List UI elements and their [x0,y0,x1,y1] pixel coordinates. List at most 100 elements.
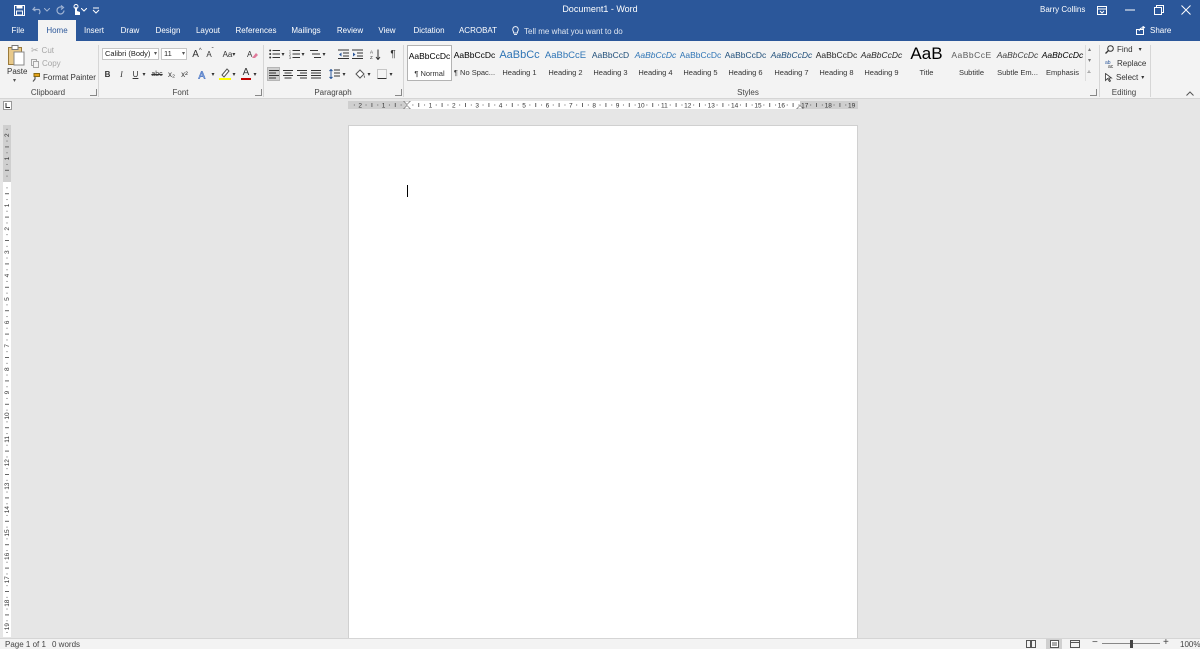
borders-icon[interactable] [375,67,388,81]
underline-button[interactable]: U [130,68,141,80]
change-case-button[interactable]: Aa ▾ [220,47,238,61]
align-left-icon[interactable] [267,67,280,81]
strikethrough-button[interactable]: abc [150,68,164,80]
highlighter-icon[interactable] [218,67,231,81]
tab-file[interactable]: File [0,20,36,41]
print-layout-icon[interactable] [1046,639,1062,649]
style-item[interactable]: AaBbCc Heading 1 [497,45,542,81]
numbering-dropdown-icon[interactable]: ▾ [300,48,306,60]
find-button[interactable]: Find ▾ [1105,45,1142,54]
font-color-button[interactable]: A [240,67,252,81]
tab-selector[interactable] [3,101,12,110]
clipboard-dialog-launcher-icon[interactable] [90,89,97,96]
ribbon-display-options-icon[interactable] [1092,2,1112,18]
styles-dialog-launcher-icon[interactable] [1090,89,1097,96]
scroll-up-icon[interactable]: ▴ [1088,46,1091,53]
restore-icon[interactable] [1149,2,1169,18]
zoom-out-icon[interactable]: − [1092,637,1098,648]
align-center-icon[interactable] [281,67,294,81]
underline-dropdown-icon[interactable]: ▾ [141,68,147,80]
italic-button[interactable]: I [116,68,127,80]
more-styles-icon[interactable]: ⩡ [1087,69,1091,77]
justify-icon[interactable] [309,67,322,81]
zoom-slider-thumb[interactable] [1130,640,1133,648]
font-name-box[interactable]: Calibri (Body) ▾ [102,48,159,60]
user-name[interactable]: Barry Collins [1040,5,1085,14]
style-item[interactable]: AaB Title [904,44,949,81]
text-effects-dropdown-icon[interactable]: ▾ [210,68,216,80]
zoom-in-icon[interactable]: + [1163,637,1169,648]
show-formatting-button[interactable]: ¶ [387,47,399,61]
style-item[interactable]: AaBbCcD Heading 3 [588,45,633,81]
word-count[interactable]: 0 words [52,640,80,649]
text-effects-icon[interactable]: A [197,67,210,81]
style-item[interactable]: AaBbCcE Heading 2 [543,45,588,81]
tab-dictation[interactable]: Dictation [407,20,451,41]
collapse-ribbon-icon[interactable] [1186,89,1194,98]
cut-button[interactable]: ✂ Cut [31,45,54,56]
page-count[interactable]: Page 1 of 1 [5,640,46,649]
copy-button[interactable]: Copy [31,59,61,68]
web-layout-icon[interactable] [1070,640,1080,649]
paragraph-dialog-launcher-icon[interactable] [395,89,402,96]
tab-insert[interactable]: Insert [78,20,110,41]
styles-gallery-scroller[interactable]: ▴ ▾ ⩡ [1085,45,1096,81]
document-page[interactable] [348,125,858,645]
tab-mailings[interactable]: Mailings [285,20,327,41]
style-item[interactable]: AaBbCcDc Heading 5 [678,45,723,81]
share-button[interactable]: Share [1136,26,1171,35]
align-right-icon[interactable] [295,67,308,81]
style-item[interactable]: AaBbCcDc ¶ Normal [407,45,452,81]
vertical-ruler[interactable]: 2112345678910111213141516171819 [3,125,11,637]
scroll-down-icon[interactable]: ▾ [1088,57,1091,64]
tell-me-box[interactable]: Tell me what you want to do [512,26,623,36]
zoom-level[interactable]: 100% [1180,640,1200,649]
format-painter-button[interactable]: Format Painter [31,73,96,82]
style-item[interactable]: AaBbCcDc Emphasis [1040,45,1085,81]
shading-icon[interactable] [353,67,366,81]
subscript-button[interactable]: x₂ [166,68,177,80]
style-item[interactable]: AaBbCcE Subtitle [949,45,994,81]
replace-button[interactable]: ab ac Replace [1105,59,1146,68]
font-dialog-launcher-icon[interactable] [255,89,262,96]
grow-font-button[interactable]: A ^ [191,47,203,61]
select-button[interactable]: Select ▾ [1105,73,1144,82]
increase-indent-icon[interactable] [351,47,363,61]
paste-label[interactable]: Paste [7,67,27,76]
tab-review[interactable]: Review [331,20,369,41]
style-item[interactable]: AaBbCcDc Heading 9 [859,45,904,81]
close-icon[interactable] [1176,2,1196,18]
style-item[interactable]: AaBbCcDc Subtle Em... [995,45,1040,81]
highlight-dropdown-icon[interactable]: ▾ [231,68,237,80]
tab-view[interactable]: View [373,20,401,41]
paste-icon[interactable] [6,44,26,66]
decrease-indent-icon[interactable] [337,47,349,61]
font-size-box[interactable]: 11 ▾ [161,48,187,60]
tab-acrobat[interactable]: ACROBAT [455,20,501,41]
tab-design[interactable]: Design [150,20,186,41]
paste-dropdown-icon[interactable]: ▾ [13,77,16,84]
tab-layout[interactable]: Layout [190,20,226,41]
read-mode-icon[interactable] [1026,640,1036,649]
tab-draw[interactable]: Draw [114,20,146,41]
bullets-icon[interactable] [268,47,280,61]
multilevel-dropdown-icon[interactable]: ▾ [321,48,327,60]
sort-icon[interactable]: AZ [369,47,381,61]
minimize-icon[interactable] [1120,2,1140,18]
multilevel-list-icon[interactable] [309,47,321,61]
line-spacing-icon[interactable] [328,67,341,81]
tab-references[interactable]: References [230,20,282,41]
borders-dropdown-icon[interactable]: ▾ [388,68,394,80]
font-color-dropdown-icon[interactable]: ▾ [252,68,258,80]
style-item[interactable]: AaBbCcDc Heading 4 [633,45,678,81]
shrink-font-button[interactable]: Aˇ [204,47,216,61]
shading-dropdown-icon[interactable]: ▾ [366,68,372,80]
bold-button[interactable]: B [102,68,113,80]
tab-home[interactable]: Home [38,20,76,41]
style-item[interactable]: AaBbCcDc Heading 6 [723,45,768,81]
bullets-dropdown-icon[interactable]: ▾ [280,48,286,60]
style-item[interactable]: AaBbCcDc Heading 8 [814,45,859,81]
style-item[interactable]: AaBbCcDc ¶ No Spac... [452,45,497,81]
line-spacing-dropdown-icon[interactable]: ▾ [341,68,347,80]
numbering-icon[interactable]: 123 [288,47,300,61]
